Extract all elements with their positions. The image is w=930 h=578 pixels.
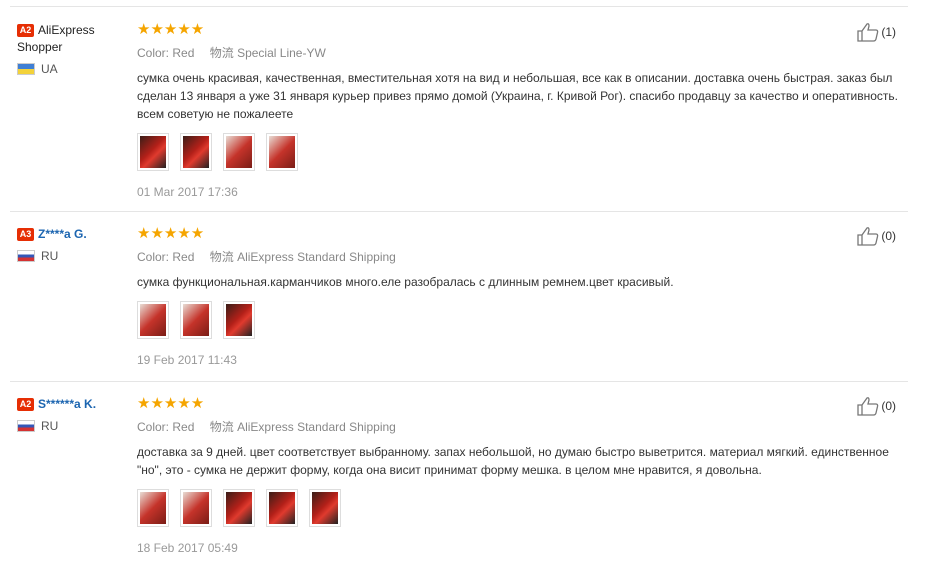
review-photos [137, 133, 907, 171]
order-info: Color: Red 物流 Special Line-YW [137, 44, 907, 61]
order-info: Color: Red 物流 AliExpress Standard Shippi… [137, 248, 907, 265]
order-info: Color: Red 物流 AliExpress Standard Shippi… [137, 418, 907, 435]
reviewer-info: A2 AliExpress Shopper UA [17, 22, 127, 76]
reviewer-info: A3 Z****a G. RU [17, 226, 127, 263]
review-date: 19 Feb 2017 11:43 [137, 353, 237, 367]
color-value: Red [172, 420, 195, 434]
review-date: 01 Mar 2017 17:36 [137, 185, 238, 199]
divider [10, 211, 908, 212]
color-label: Color: [137, 420, 170, 434]
reviewer-country: RU [17, 419, 127, 433]
review-photos [137, 301, 907, 339]
country-code: RU [41, 249, 59, 263]
shipping-value: AliExpress Standard Shipping [237, 250, 396, 264]
country-code: RU [41, 419, 59, 433]
helpful-button[interactable]: (1) [857, 22, 896, 42]
shipping-value: AliExpress Standard Shipping [237, 420, 396, 434]
review-text: сумка очень красивая, качественная, вмес… [137, 71, 898, 121]
review-photo[interactable] [309, 489, 341, 527]
reviewer-country: UA [17, 62, 127, 76]
color-value: Red [172, 250, 195, 264]
color-label: Color: [137, 46, 170, 60]
review-photo[interactable] [223, 489, 255, 527]
review-photos [137, 489, 907, 527]
russia-flag-icon [17, 250, 35, 262]
reviewer-name[interactable]: S******a K. [38, 397, 96, 411]
star-rating: ★★★★★ [137, 21, 205, 38]
review-photo[interactable] [180, 301, 212, 339]
review-photo[interactable] [266, 133, 298, 171]
review-photo[interactable] [266, 489, 298, 527]
review-photo[interactable] [137, 301, 169, 339]
review-photo[interactable] [180, 489, 212, 527]
thumbs-up-icon [857, 23, 879, 42]
shipping-label: 物流 [209, 420, 234, 434]
review-photo[interactable] [180, 133, 212, 171]
shipping-value: Special Line-YW [237, 46, 326, 60]
review-photo[interactable] [223, 133, 255, 171]
thumbs-up-icon [857, 397, 879, 416]
ukraine-flag-icon [17, 63, 35, 75]
review-text: доставка за 9 дней. цвет соответствует в… [137, 445, 889, 477]
star-rating: ★★★★★ [137, 225, 205, 242]
color-value: Red [172, 46, 195, 60]
helpful-button[interactable]: (0) [857, 226, 896, 246]
review-photo[interactable] [137, 133, 169, 171]
divider [10, 6, 908, 7]
helpful-count: (0) [881, 399, 896, 413]
helpful-count: (1) [881, 25, 896, 39]
reviewer-name[interactable]: Z****a G. [38, 227, 87, 241]
helpful-count: (0) [881, 229, 896, 243]
divider [10, 381, 908, 382]
shipping-label: 物流 [209, 250, 234, 264]
russia-flag-icon [17, 420, 35, 432]
review-photo[interactable] [223, 301, 255, 339]
reviewer-country: RU [17, 249, 127, 263]
shipping-label: 物流 [209, 46, 234, 60]
helpful-button[interactable]: (0) [857, 396, 896, 416]
thumbs-up-icon [857, 227, 879, 246]
buyer-level-badge: A2 [17, 398, 34, 411]
star-rating: ★★★★★ [137, 395, 205, 412]
review-text: сумка функциональная.карманчиков много.е… [137, 275, 674, 289]
review-date: 18 Feb 2017 05:49 [137, 541, 238, 555]
color-label: Color: [137, 250, 170, 264]
buyer-level-badge: A3 [17, 228, 34, 241]
buyer-level-badge: A2 [17, 24, 34, 37]
reviewer-info: A2 S******a K. RU [17, 396, 127, 433]
review-photo[interactable] [137, 489, 169, 527]
country-code: UA [41, 62, 58, 76]
